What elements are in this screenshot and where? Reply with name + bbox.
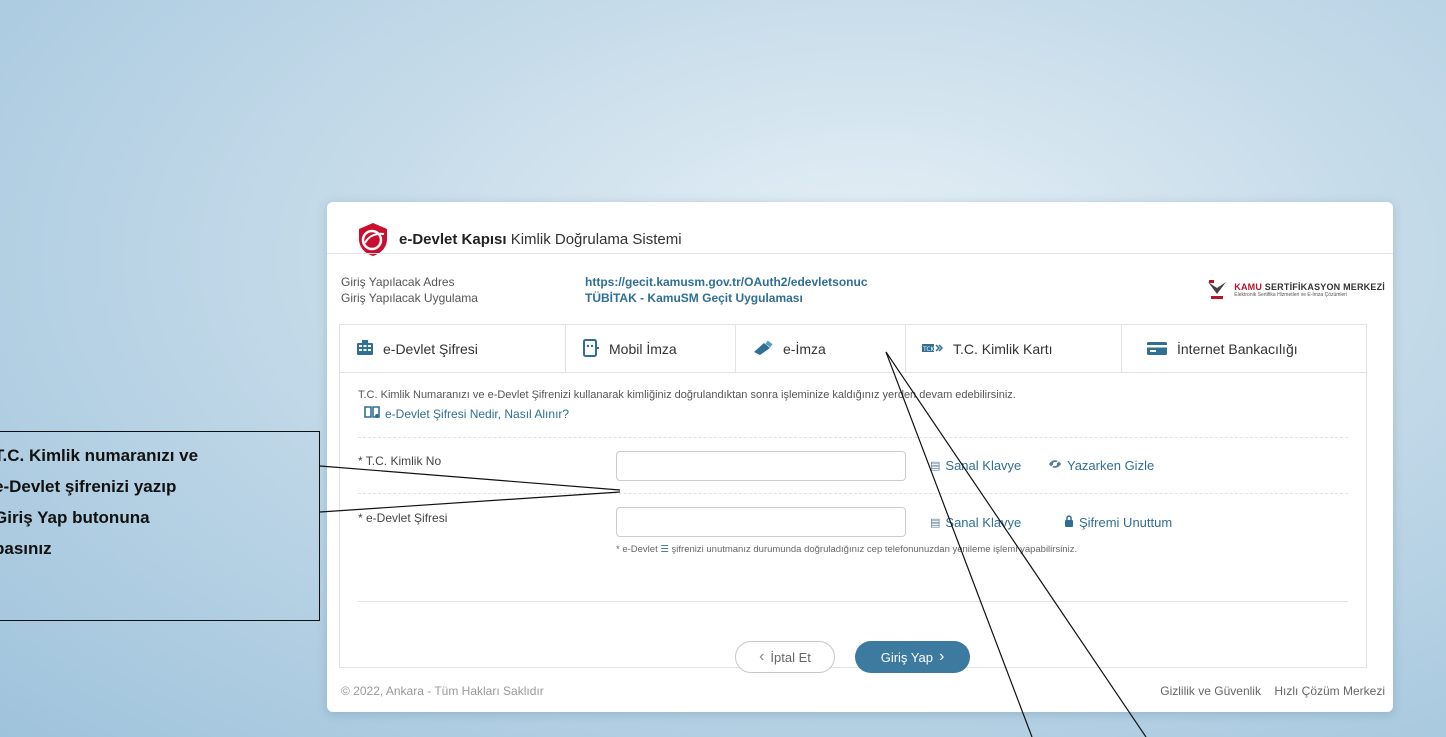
password-note: * e-Devlet ☰ şifrenizi unutmanız durumun… [616,544,1078,555]
tab-label: e-Devlet Şifresi [383,341,478,357]
help-link[interactable]: e-Devlet Şifresi Nedir, Nasıl Alınır? [364,405,569,422]
id-card-icon: TCK [922,341,944,357]
eye-slash-icon [1048,459,1062,472]
address-value: https://gecit.kamusm.gov.tr/OAuth2/edevl… [585,275,868,289]
annotation-text: T.C. Kimlik numaranızı ve e-Devlet şifre… [0,446,199,558]
kamusm-subtitle: Elektronik Sertifika Hizmetleri ve E-İmz… [1234,292,1348,298]
svg-text:TCK: TCK [922,346,936,353]
auth-method-tabs: e-Devlet Şifresi Mobil İmza e-İmza TCK T… [339,324,1367,373]
hide-while-typing-toggle[interactable]: Yazarken Gizle [1048,458,1154,473]
tab-label: T.C. Kimlik Kartı [953,341,1053,357]
forgot-password-link[interactable]: Şifremi Unuttum [1064,515,1172,530]
password-label: * e-Devlet Şifresi [358,511,448,525]
tab-label: Mobil İmza [609,341,677,357]
login-card: e-Devlet Kapısı Kimlik Doğrulama Sistemi… [327,202,1393,712]
virtual-keyboard-link-2[interactable]: ▤ Sanal Klavye [930,515,1021,530]
bank-card-icon [1146,340,1168,359]
tab-label: e-İmza [783,341,826,357]
login-button[interactable]: Giriş Yap › [855,641,970,673]
password-input[interactable] [616,507,906,537]
tab-label: İnternet Bankacılığı [1177,341,1298,357]
cancel-button[interactable]: ‹ İptal Et [735,641,835,673]
header: e-Devlet Kapısı Kimlik Doğrulama Sistemi [355,222,682,256]
footer-links: Gizlilik ve Güvenlik Hızlı Çözüm Merkezi [1150,684,1385,698]
app-label: Giriş Yapılacak Uygulama [341,291,478,305]
panel-description: T.C. Kimlik Numaranızı ve e-Devlet Şifre… [358,389,1016,401]
chevron-right-icon: › [938,648,945,665]
help-center-link[interactable]: Hızlı Çözüm Merkezi [1274,684,1385,698]
app-value: TÜBİTAK - KamuSM Geçit Uygulaması [585,291,803,305]
kamusm-emblem-icon [1208,280,1227,299]
help-link-label: e-Devlet Şifresi Nedir, Nasıl Alınır? [385,406,570,421]
info-labels: Giriş Yapılacak Adres Giriş Yapılacak Uy… [341,274,478,306]
keypad-icon [356,339,374,359]
row-divider [358,493,1348,494]
copyright: © 2022, Ankara - Tüm Hakları Saklıdır [341,684,544,698]
chevron-left-icon: ‹ [759,648,765,665]
book-icon: ☰ [660,544,669,555]
keyboard-icon: ▤ [930,460,941,472]
book-icon [364,405,380,422]
privacy-link[interactable]: Gizlilik ve Güvenlik [1160,684,1261,698]
keyboard-icon: ▤ [930,517,941,529]
lock-icon [1064,515,1074,530]
kamusm-logo: KAMU SERTİFİKASYON MERKEZİ Elektronik Se… [1206,278,1385,302]
usb-token-icon [752,340,774,359]
mobile-icon [582,338,600,360]
tab-id-card[interactable]: TCK T.C. Kimlik Kartı [906,325,1122,373]
row-divider [358,437,1348,438]
row-divider [358,601,1348,602]
tckn-label: * T.C. Kimlik No [358,454,442,468]
tab-edevlet-password[interactable]: e-Devlet Şifresi [340,325,566,373]
e-devlet-logo [359,223,387,256]
info-values: https://gecit.kamusm.gov.tr/OAuth2/edevl… [585,274,868,306]
tckn-input[interactable] [616,451,906,481]
kamusm-title: KAMU SERTİFİKASYON MERKEZİ [1234,282,1385,292]
virtual-keyboard-link-1[interactable]: ▤ Sanal Klavye [930,458,1021,473]
tab-e-signature[interactable]: e-İmza [736,325,906,373]
header-divider [327,253,1393,254]
address-label: Giriş Yapılacak Adres [341,275,455,289]
tab-mobile-signature[interactable]: Mobil İmza [566,325,736,373]
page-title: e-Devlet Kapısı Kimlik Doğrulama Sistemi [399,230,682,248]
tab-internet-banking[interactable]: İnternet Bankacılığı [1122,325,1366,373]
login-panel: T.C. Kimlik Numaranızı ve e-Devlet Şifre… [339,372,1367,673]
